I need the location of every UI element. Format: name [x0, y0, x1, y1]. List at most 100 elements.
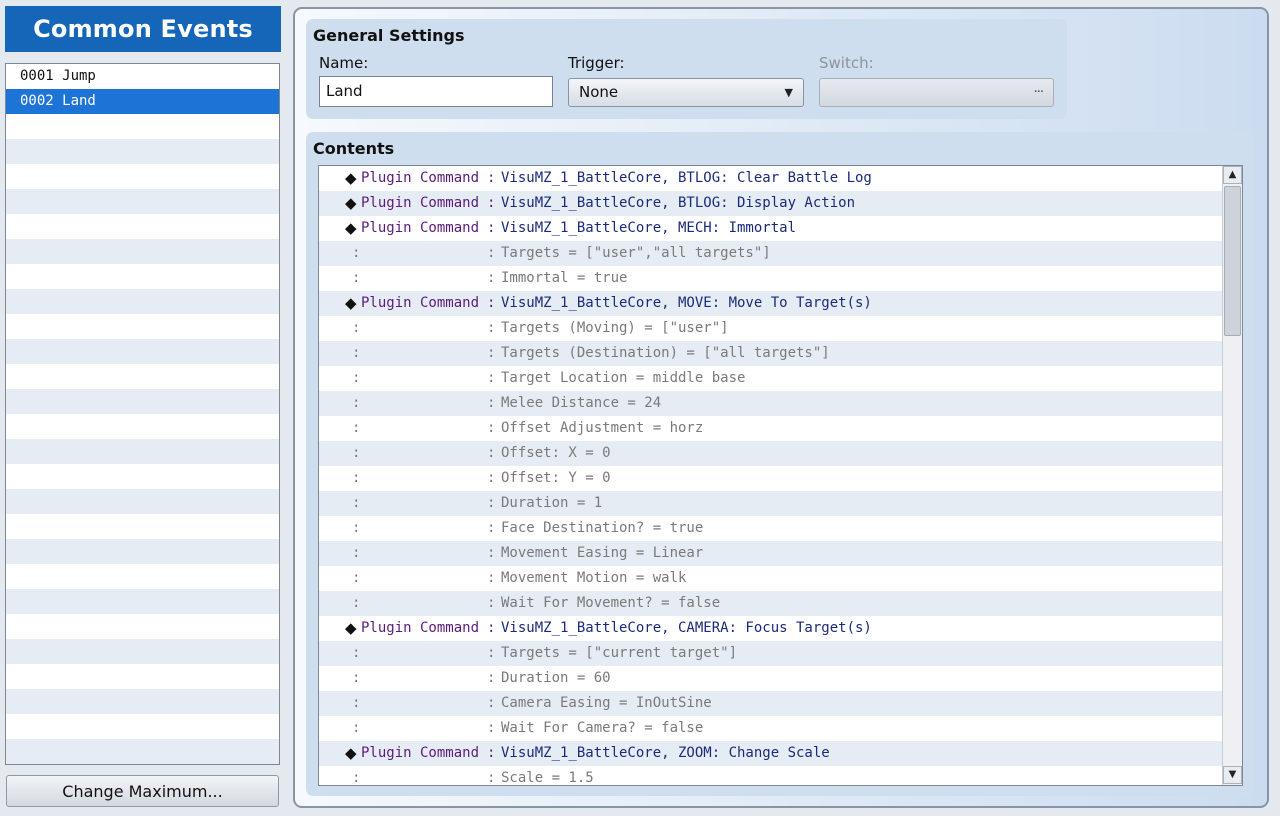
command-separator: :: [487, 320, 496, 336]
command-row[interactable]: ◆ Plugin Command: VisuMZ_1_BattleCore, BTL…: [319, 191, 1242, 216]
event-list-item[interactable]: 0002 Land: [6, 89, 279, 114]
empty-list-row[interactable]: [6, 739, 279, 764]
command-separator: :: [487, 770, 496, 786]
diamond-icon: ◆: [345, 169, 357, 187]
change-maximum-button[interactable]: Change Maximum...: [6, 775, 279, 807]
command-param-row[interactable]: :: Offset Adjustment = horz: [319, 416, 1242, 441]
param-text: Movement Motion = walk: [501, 570, 687, 586]
command-row[interactable]: ◆ Plugin Command: VisuMZ_1_BattleCore, ZOO…: [319, 741, 1242, 766]
command-separator: :: [487, 370, 496, 386]
empty-list-row[interactable]: [6, 414, 279, 439]
command-row[interactable]: ◆ Plugin Command: VisuMZ_1_BattleCore, BTL…: [319, 166, 1242, 191]
command-param-row[interactable]: :: Targets = ["user","all targets"]: [319, 241, 1242, 266]
empty-list-row[interactable]: [6, 639, 279, 664]
command-param-row[interactable]: :: Duration = 1: [319, 491, 1242, 516]
diamond-icon: ◆: [345, 219, 357, 237]
command-separator: :: [487, 445, 496, 461]
command-text: VisuMZ_1_BattleCore, BTLOG: Display Acti…: [501, 195, 856, 211]
command-param-row[interactable]: :: Scale = 1.5: [319, 766, 1242, 786]
empty-list-row[interactable]: [6, 239, 279, 264]
empty-list-row[interactable]: [6, 664, 279, 689]
command-param-row[interactable]: :: Offset: X = 0: [319, 441, 1242, 466]
command-param-row[interactable]: :: Offset: Y = 0: [319, 466, 1242, 491]
empty-list-row[interactable]: [6, 264, 279, 289]
general-settings-title: General Settings: [313, 26, 465, 45]
empty-list-row[interactable]: [6, 364, 279, 389]
continuation-marker: :: [352, 395, 361, 411]
command-param-row[interactable]: :: Immortal = true: [319, 266, 1242, 291]
continuation-marker: :: [352, 645, 361, 661]
continuation-marker: :: [352, 545, 361, 561]
command-param-row[interactable]: :: Targets (Moving) = ["user"]: [319, 316, 1242, 341]
empty-list-row[interactable]: [6, 464, 279, 489]
empty-list-row[interactable]: [6, 714, 279, 739]
command-separator: :: [487, 220, 496, 236]
command-row[interactable]: ◆ Plugin Command: VisuMZ_1_BattleCore, CAM…: [319, 616, 1242, 641]
empty-list-row[interactable]: [6, 114, 279, 139]
command-param-row[interactable]: :: Targets (Destination) = ["all targets"…: [319, 341, 1242, 366]
param-text: Target Location = middle base: [501, 370, 746, 386]
empty-list-row[interactable]: [6, 289, 279, 314]
empty-list-row[interactable]: [6, 314, 279, 339]
empty-list-row[interactable]: [6, 339, 279, 364]
continuation-marker: :: [352, 670, 361, 686]
event-list[interactable]: 0001 Jump 0002 Land: [5, 63, 280, 765]
empty-list-row[interactable]: [6, 214, 279, 239]
scroll-down-icon[interactable]: ▼: [1223, 766, 1242, 784]
empty-list-row[interactable]: [6, 564, 279, 589]
continuation-marker: :: [352, 595, 361, 611]
command-param-row[interactable]: :: Movement Motion = walk: [319, 566, 1242, 591]
continuation-marker: :: [352, 695, 361, 711]
command-row[interactable]: ◆ Plugin Command: VisuMZ_1_BattleCore, MOV…: [319, 291, 1242, 316]
empty-list-row[interactable]: [6, 689, 279, 714]
name-input[interactable]: Land: [319, 76, 553, 107]
empty-list-row[interactable]: [6, 164, 279, 189]
empty-list-row[interactable]: [6, 539, 279, 564]
command-param-row[interactable]: :: Targets = ["current target"]: [319, 641, 1242, 666]
event-list-item[interactable]: 0001 Jump: [6, 64, 279, 89]
empty-list-row[interactable]: [6, 389, 279, 414]
command-separator: :: [487, 570, 496, 586]
empty-list-row[interactable]: [6, 139, 279, 164]
command-label: Plugin Command: [361, 295, 480, 311]
trigger-select[interactable]: None ▼: [568, 78, 804, 107]
command-label: Plugin Command: [361, 745, 480, 761]
empty-list-row[interactable]: [6, 514, 279, 539]
command-separator: :: [487, 745, 496, 761]
command-param-row[interactable]: :: Wait For Camera? = false: [319, 716, 1242, 741]
param-text: Duration = 1: [501, 495, 603, 511]
empty-list-row[interactable]: [6, 589, 279, 614]
empty-list-row[interactable]: [6, 489, 279, 514]
empty-list-row[interactable]: [6, 439, 279, 464]
scroll-up-icon[interactable]: ▲: [1223, 166, 1242, 184]
param-text: Targets (Destination) = ["all targets"]: [501, 345, 830, 361]
continuation-marker: :: [352, 270, 361, 286]
continuation-marker: :: [352, 370, 361, 386]
command-separator: :: [487, 245, 496, 261]
command-param-row[interactable]: :: Target Location = middle base: [319, 366, 1242, 391]
command-param-row[interactable]: :: Movement Easing = Linear: [319, 541, 1242, 566]
command-list[interactable]: ◆ Plugin Command: VisuMZ_1_BattleCore, BTL…: [318, 165, 1243, 786]
switch-field: ...: [819, 78, 1054, 107]
scroll-thumb[interactable]: [1224, 186, 1241, 336]
command-row[interactable]: ◆ Plugin Command: VisuMZ_1_BattleCore, MEC…: [319, 216, 1242, 241]
empty-list-row[interactable]: [6, 189, 279, 214]
command-param-row[interactable]: :: Melee Distance = 24: [319, 391, 1242, 416]
empty-list-row[interactable]: [6, 614, 279, 639]
vertical-scrollbar[interactable]: ▲ ▼: [1222, 166, 1242, 785]
continuation-marker: :: [352, 520, 361, 536]
command-param-row[interactable]: :: Wait For Movement? = false: [319, 591, 1242, 616]
command-param-row[interactable]: :: Camera Easing = InOutSine: [319, 691, 1242, 716]
command-text: VisuMZ_1_BattleCore, CAMERA: Focus Targe…: [501, 620, 872, 636]
contents-title: Contents: [313, 139, 395, 158]
continuation-marker: :: [352, 320, 361, 336]
command-param-row[interactable]: :: Duration = 60: [319, 666, 1242, 691]
command-param-row[interactable]: :: Face Destination? = true: [319, 516, 1242, 541]
command-separator: :: [487, 695, 496, 711]
command-label: Plugin Command: [361, 220, 480, 236]
ellipsis-icon: ...: [1033, 81, 1044, 96]
command-separator: :: [487, 620, 496, 636]
command-label: Plugin Command: [361, 195, 480, 211]
command-label: Plugin Command: [361, 170, 480, 186]
param-text: Targets = ["user","all targets"]: [501, 245, 771, 261]
